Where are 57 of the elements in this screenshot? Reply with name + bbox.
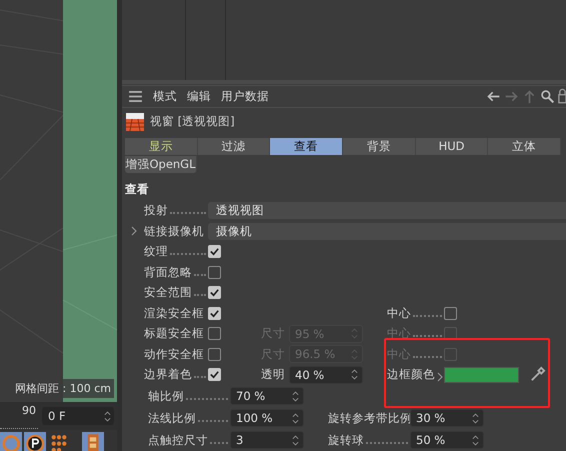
tab[interactable]: 背景 [343,138,416,154]
menu-item[interactable]: 用户数据 [221,89,269,104]
parking-icon[interactable] [24,432,46,451]
number-field[interactable]: 100 % [230,409,304,427]
property-label: 边框颜色 [387,367,435,382]
property-label: 纹理 [144,244,168,260]
section-heading: 查看 [124,180,150,198]
tab[interactable]: 增强OpenGL [125,156,197,172]
tab[interactable]: 立体 [488,138,562,154]
search-icon[interactable] [540,88,555,106]
menu-item[interactable]: 模式 [153,89,177,104]
checkbox[interactable] [444,306,457,320]
tab[interactable]: 查看 [270,138,344,154]
tab[interactable]: HUD [416,138,488,154]
timeline-ruler[interactable]: 90 [0,403,38,429]
property-label: 标题安全框 [144,326,204,342]
spinner-icon[interactable] [292,434,299,446]
frame-field[interactable]: 0 F [42,407,114,425]
film-icon[interactable] [82,432,104,451]
lock-icon[interactable] [558,88,566,106]
property-label: 边界着色 [144,367,192,382]
property-label: 中心 [387,306,411,321]
property-label: 法线比例 [148,410,196,426]
link-field[interactable]: 摄像机 [208,222,566,240]
number-field[interactable]: 50 % [410,431,484,449]
tab[interactable]: 过滤 [198,138,270,154]
checkbox[interactable] [208,266,221,279]
property-label: 旋转球 [328,432,364,448]
spinner-icon[interactable] [472,412,479,424]
number-field[interactable]: 40 % [289,366,363,384]
spinner-icon[interactable] [292,390,299,402]
property-label: 链接摄像机 [144,224,204,239]
number-field[interactable]: 3 [230,431,304,449]
number-field[interactable]: 70 % [230,387,304,405]
spinner-icon[interactable] [292,412,299,424]
object-title: 视窗 [透视视图] [150,114,235,130]
property-label: 点触控尺寸 [148,432,208,448]
spinner-icon[interactable] [104,410,111,422]
property-label: 动作安全框 [144,346,204,362]
property-label: 投射 [144,203,168,218]
property-label: 透明 [261,367,285,382]
color-swatch[interactable] [444,366,519,383]
tab[interactable]: 显示 [125,138,198,154]
dropdown-field[interactable]: 透视视图 [208,202,566,220]
viewport-object-icon [126,112,144,131]
checkbox[interactable] [208,327,221,340]
menu-icon[interactable] [128,91,143,102]
checkbox[interactable] [208,348,221,361]
spinner-icon[interactable] [472,434,479,446]
property-label: 渲染安全框 [144,306,204,321]
property-label: 背面忽略 [144,264,192,280]
spinner-icon[interactable] [351,368,358,382]
menu-item[interactable]: 编辑 [187,89,211,104]
eyedropper-icon[interactable] [529,366,546,384]
number-field[interactable]: 30 % [410,409,484,427]
property-label: 轴比例 [148,388,184,404]
property-label: 安全范围 [144,285,192,300]
